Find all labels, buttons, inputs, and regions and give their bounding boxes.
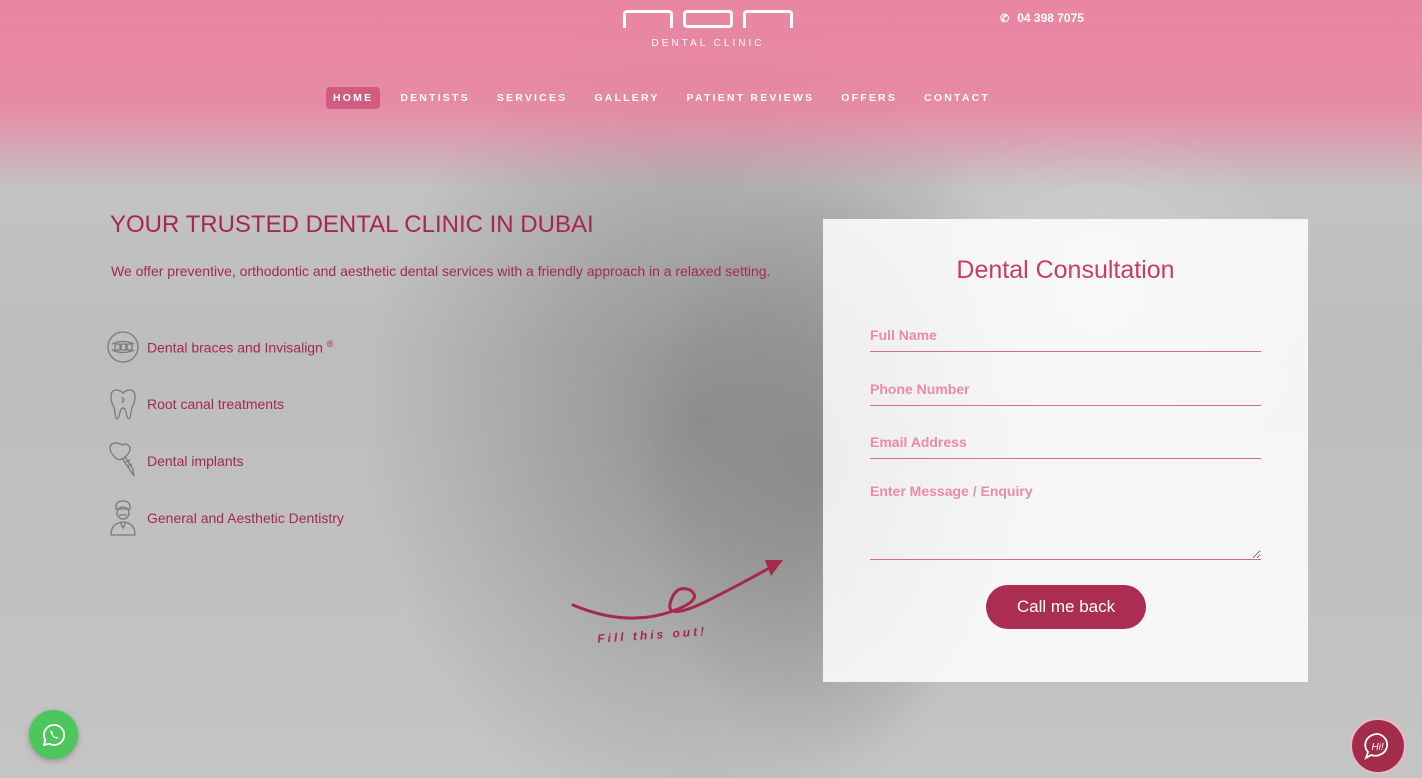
logo-mark — [620, 10, 796, 30]
braces-icon — [104, 328, 142, 366]
phone-number-field[interactable] — [870, 380, 1261, 406]
message-field[interactable] — [870, 483, 1261, 560]
feature-item-implants: Dental implants — [104, 442, 344, 480]
nav-item-gallery[interactable]: GALLERY — [587, 87, 666, 109]
chat-text: Hi! — [1372, 742, 1384, 753]
whatsapp-icon — [42, 723, 65, 746]
hero-headline: YOUR TRUSTED DENTAL CLINIC IN DUBAI — [110, 211, 594, 238]
chat-hi-icon: Hi! — [1364, 733, 1389, 761]
feature-label: Dental implants — [147, 453, 244, 469]
phone-icon: ✆ — [1000, 12, 1010, 25]
phone-number: 04 398 7075 — [1017, 11, 1084, 25]
fill-this-out-arrow: Fill this out! — [571, 560, 783, 646]
nav-item-dentists[interactable]: DENTISTS — [393, 87, 477, 109]
feature-item-braces: Dental braces and Invisalign ® — [104, 328, 344, 366]
feature-label: Root canal treatments — [147, 396, 284, 412]
form-title: Dental Consultation — [956, 256, 1175, 284]
full-name-field[interactable] — [870, 326, 1261, 352]
chat-button[interactable]: Hi! — [1350, 718, 1406, 774]
email-field[interactable] — [870, 434, 1261, 459]
nav-item-patient-reviews[interactable]: PATIENT REVIEWS — [680, 87, 822, 109]
main-nav: HOME DENTISTS SERVICES GALLERY PATIENT R… — [326, 87, 1010, 109]
arrow-caption: Fill this out! — [597, 624, 708, 646]
feature-item-general: General and Aesthetic Dentistry — [104, 499, 344, 537]
nav-item-services[interactable]: SERVICES — [490, 87, 575, 109]
whatsapp-button[interactable] — [29, 710, 78, 759]
tooth-icon — [104, 385, 142, 423]
nav-item-contact[interactable]: CONTACT — [917, 87, 997, 109]
consultation-form: Dental Consultation Call me back — [823, 219, 1308, 682]
site-logo[interactable]: DENTAL CLINIC — [620, 10, 796, 52]
logo-subtitle: DENTAL CLINIC — [651, 38, 765, 49]
dentist-icon — [104, 499, 142, 537]
hero-intro: We offer preventive, orthodontic and aes… — [111, 263, 771, 279]
implant-icon — [104, 442, 142, 480]
call-me-back-button[interactable]: Call me back — [986, 585, 1146, 629]
header-phone[interactable]: ✆ 04 398 7075 — [1000, 11, 1084, 25]
nav-item-home[interactable]: HOME — [326, 87, 381, 109]
feature-list: Dental braces and Invisalign ® Root cana… — [104, 328, 344, 556]
feature-item-root-canal: Root canal treatments — [104, 385, 344, 423]
feature-label: General and Aesthetic Dentistry — [147, 510, 344, 526]
feature-label: Dental braces and Invisalign ® — [147, 338, 334, 356]
nav-item-offers[interactable]: OFFERS — [834, 87, 904, 109]
